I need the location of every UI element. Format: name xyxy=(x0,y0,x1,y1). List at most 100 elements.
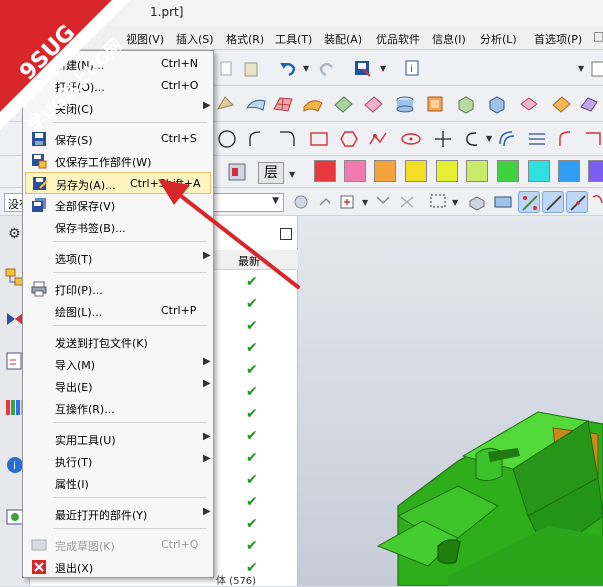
search-options-icon[interactable]: ▼ xyxy=(578,64,584,73)
sketch-dropdown-icon[interactable]: ▼ xyxy=(486,134,492,143)
snap-line-icon[interactable] xyxy=(542,191,564,213)
arc-icon[interactable] xyxy=(246,128,268,150)
color-swatch-green[interactable] xyxy=(497,160,519,182)
snap-tangent-icon[interactable] xyxy=(590,191,603,213)
mirror-curve-icon[interactable] xyxy=(582,128,603,150)
face-icon[interactable] xyxy=(332,93,354,115)
menu-item-properties[interactable]: 属性(I) xyxy=(25,472,211,494)
patch-icon[interactable] xyxy=(362,93,384,115)
menu-bar: 视图(V) 插入(S) 格式(R) 工具(T) 装配(A) 优品软件 信息(I)… xyxy=(0,26,603,50)
menu-item-finish-sketch[interactable]: 完成草图(K) Ctrl+Q xyxy=(25,534,211,556)
table-row[interactable]: 体 (576) xyxy=(216,572,298,587)
color-swatch-pink[interactable] xyxy=(344,160,366,182)
hole-icon[interactable] xyxy=(518,93,540,115)
menu-assembly[interactable]: 装配(A) xyxy=(324,31,362,47)
status-check-icon: ✔ xyxy=(246,318,258,334)
color-swatch-cyan[interactable] xyxy=(528,160,550,182)
submenu-arrow-icon: ▶ xyxy=(203,506,211,517)
select-command-icon[interactable] xyxy=(352,58,374,80)
status-check-icon: ✔ xyxy=(246,340,258,356)
snap-dropdown-icon[interactable]: ▼ xyxy=(362,198,368,207)
select-face-icon[interactable] xyxy=(492,191,514,213)
submenu-arrow-icon: ▶ xyxy=(203,100,211,111)
menu-item-import[interactable]: 导入(M) ▶ xyxy=(25,353,211,375)
submenu-arrow-icon: ▶ xyxy=(203,378,211,389)
menu-item-close[interactable]: 关闭(C) ▶ xyxy=(25,97,211,119)
rect-select-dropdown-icon[interactable]: ▼ xyxy=(452,198,458,207)
menu-preferences[interactable]: 首选项(P) xyxy=(534,31,582,47)
menu-insert[interactable]: 插入(S) xyxy=(176,31,214,47)
menu-item-utilities[interactable]: 实用工具(U) ▶ xyxy=(25,428,211,450)
cylinder-icon[interactable] xyxy=(394,93,416,115)
rectangle-select-icon[interactable] xyxy=(428,191,450,213)
circle-icon[interactable] xyxy=(216,128,238,150)
gear-icon[interactable]: ⚙ xyxy=(8,226,21,242)
status-check-icon: ✔ xyxy=(246,296,258,312)
menu-item-interop[interactable]: 互操作(R)... xyxy=(25,397,211,419)
select-dropdown-icon[interactable]: ▼ xyxy=(380,64,386,73)
sweep-icon[interactable] xyxy=(302,93,324,115)
undo-dropdown-icon[interactable]: ▼ xyxy=(303,64,309,73)
point-icon[interactable] xyxy=(432,128,454,150)
menu-item-open[interactable]: 打开(O)... Ctrl+O xyxy=(25,75,211,97)
info-icon[interactable]: i xyxy=(402,58,424,80)
trim-icon[interactable] xyxy=(578,93,600,115)
undo-icon[interactable] xyxy=(277,58,299,80)
menu-format[interactable]: 格式(R) xyxy=(226,31,264,47)
feature-icon-1[interactable] xyxy=(215,93,237,115)
snap-point-icon[interactable] xyxy=(316,191,338,213)
redo-icon[interactable] xyxy=(316,58,338,80)
color-swatch-yellow[interactable] xyxy=(405,160,427,182)
color-swatch-purple[interactable] xyxy=(588,160,603,182)
status-check-icon: ✔ xyxy=(246,516,258,532)
menu-item-recent-parts[interactable]: 最近打开的部件(Y) ▶ xyxy=(25,503,211,525)
submenu-arrow-icon: ▶ xyxy=(203,356,211,367)
color-swatch-red[interactable] xyxy=(314,160,336,182)
menu-item-save-work-part[interactable]: 仅保存工作部件(W) xyxy=(25,150,211,172)
menu-information[interactable]: 信息(I) xyxy=(432,31,466,47)
menu-item-save[interactable]: 保存(S) Ctrl+S xyxy=(25,128,211,150)
surface-icon-1[interactable] xyxy=(245,93,267,115)
offset-curve-icon[interactable] xyxy=(496,128,518,150)
paste-icon[interactable] xyxy=(240,58,262,80)
polygon-icon[interactable] xyxy=(338,128,360,150)
offset-icon[interactable] xyxy=(550,93,572,115)
project-curve-icon[interactable] xyxy=(556,128,578,150)
menu-item-exit[interactable]: 退出(X) xyxy=(25,556,211,578)
graphics-viewport[interactable] xyxy=(298,216,603,586)
menu-item-plot[interactable]: 绘图(L)... Ctrl+P xyxy=(25,300,211,322)
fillet-icon[interactable] xyxy=(276,128,298,150)
ellipse-icon[interactable] xyxy=(400,128,422,150)
menu-item-send-package[interactable]: 发送到打包文件(K) xyxy=(25,331,211,353)
copy-icon[interactable] xyxy=(215,58,237,80)
mesh-surface-icon[interactable] xyxy=(272,93,294,115)
menu-tools[interactable]: 工具(T) xyxy=(275,31,312,47)
menu-separator xyxy=(53,422,207,423)
rectangle-icon[interactable] xyxy=(308,128,330,150)
menu-view[interactable]: 视图(V) xyxy=(126,31,164,47)
menu-item-execute[interactable]: 执行(T) ▶ xyxy=(25,450,211,472)
select-body-icon[interactable] xyxy=(466,191,488,213)
panel-toggle-icon[interactable] xyxy=(590,58,603,80)
menu-item-new[interactable]: 新建(N)... Ctrl+N xyxy=(25,53,211,75)
window-control-icon[interactable]: □ xyxy=(593,29,603,45)
spline-icon[interactable] xyxy=(368,128,390,150)
menu-youpin[interactable]: 优品软件 xyxy=(376,31,420,47)
shell-icon[interactable] xyxy=(486,93,508,115)
menu-item-export[interactable]: 导出(E) ▶ xyxy=(25,375,211,397)
menu-analysis[interactable]: 分析(L) xyxy=(480,31,517,47)
color-swatch-light-green[interactable] xyxy=(466,160,488,182)
snap-mid-icon[interactable] xyxy=(372,191,394,213)
text-sketch-icon[interactable] xyxy=(462,128,484,150)
block-icon[interactable] xyxy=(455,93,477,115)
pattern-curve-icon[interactable] xyxy=(526,128,548,150)
extrude-icon[interactable] xyxy=(424,93,446,115)
color-swatch-orange[interactable] xyxy=(374,160,396,182)
snap-end-icon[interactable] xyxy=(338,191,360,213)
model-render xyxy=(298,216,603,586)
color-swatch-blue[interactable] xyxy=(558,160,580,182)
snap-vertex-icon[interactable] xyxy=(518,191,540,213)
snap-intersect-icon[interactable] xyxy=(396,191,418,213)
color-swatch-lime[interactable] xyxy=(436,160,458,182)
snap-curve-icon[interactable] xyxy=(566,191,588,213)
